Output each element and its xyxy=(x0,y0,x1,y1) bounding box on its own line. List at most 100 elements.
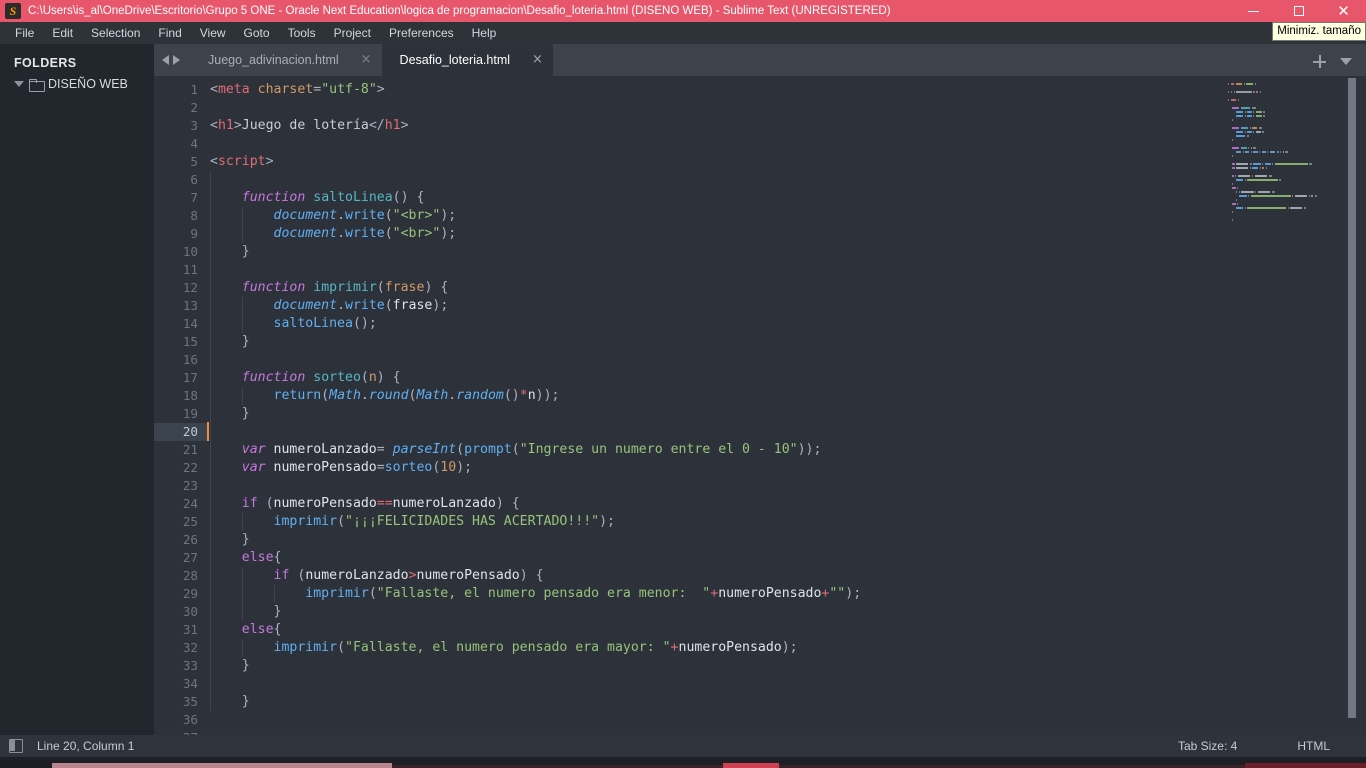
menu-item-tools[interactable]: Tools xyxy=(279,24,325,43)
new-tab-icon[interactable] xyxy=(1313,55,1326,68)
code-text[interactable]: <script> xyxy=(207,153,274,171)
menu-item-selection[interactable]: Selection xyxy=(82,24,149,43)
code-text[interactable]: <h1>Juego de lotería</h1> xyxy=(207,117,409,135)
code-line[interactable]: 22 var numeroPensado=sorteo(10); xyxy=(154,459,1224,477)
code-text[interactable]: function imprimir(frase) { xyxy=(207,279,449,297)
code-line[interactable]: 4 xyxy=(154,135,1224,153)
sidebar-folder-diseno-web[interactable]: DISEÑO WEB xyxy=(0,73,154,95)
code-line[interactable]: 31 else{ xyxy=(154,621,1224,639)
code-line[interactable]: 30 } xyxy=(154,603,1224,621)
code-line[interactable]: 25 imprimir("¡¡¡FELICIDADES HAS ACERTADO… xyxy=(154,513,1224,531)
code-text[interactable]: function sorteo(n) { xyxy=(207,369,401,387)
code-text[interactable]: imprimir("Fallaste, el numero pensado er… xyxy=(207,639,798,657)
code-area[interactable]: 1 <meta charset="utf-8"> 2 3 <h1>Juego de lo… xyxy=(154,76,1224,746)
syntax-label[interactable]: HTML xyxy=(1297,739,1330,753)
menu-item-file[interactable]: File xyxy=(6,24,43,43)
minimap[interactable] xyxy=(1224,76,1340,746)
code-line[interactable]: 26 } xyxy=(154,531,1224,549)
code-text[interactable]: } xyxy=(207,603,282,621)
folder-icon xyxy=(29,78,45,92)
code-text[interactable]: } xyxy=(207,243,250,261)
arrow-right-icon[interactable] xyxy=(173,55,180,65)
code-line[interactable]: 19 } xyxy=(154,405,1224,423)
code-line[interactable]: 8 document.write("<br>"); xyxy=(154,207,1224,225)
code-line[interactable]: 33 } xyxy=(154,657,1224,675)
minimize-button[interactable] xyxy=(1231,0,1276,22)
code-line[interactable]: 2 xyxy=(154,99,1224,117)
chevron-down-icon[interactable] xyxy=(1340,58,1352,65)
code-line[interactable]: 29 imprimir("Fallaste, el numero pensado… xyxy=(154,585,1224,603)
menu-item-help[interactable]: Help xyxy=(463,24,506,43)
code-line[interactable]: 10 } xyxy=(154,243,1224,261)
code-line[interactable]: 36 xyxy=(154,711,1224,729)
menu-item-preferences[interactable]: Preferences xyxy=(380,24,463,43)
code-text[interactable]: } xyxy=(207,693,250,711)
code-line[interactable]: 16 xyxy=(154,351,1224,369)
code-text[interactable]: } xyxy=(207,333,250,351)
code-text[interactable]: if (numeroLanzado>numeroPensado) { xyxy=(207,567,544,585)
code-text[interactable]: else{ xyxy=(207,549,282,567)
code-line[interactable]: 11 xyxy=(154,261,1224,279)
sidebar-toggle-icon[interactable] xyxy=(9,739,23,753)
folders-heading: FOLDERS xyxy=(14,56,77,70)
code-text[interactable]: document.write("<br>"); xyxy=(207,207,457,225)
code-text[interactable]: var numeroLanzado= parseInt(prompt("Ingr… xyxy=(207,441,822,459)
code-line[interactable]: 12 function imprimir(frase) { xyxy=(154,279,1224,297)
code-text[interactable]: document.write(frase); xyxy=(207,297,449,315)
code-text[interactable]: } xyxy=(207,657,250,675)
code-line[interactable]: 1 <meta charset="utf-8"> xyxy=(154,81,1224,99)
code-text[interactable]: } xyxy=(207,531,250,549)
code-line[interactable]: 35 } xyxy=(154,693,1224,711)
code-line[interactable]: 32 imprimir("Fallaste, el numero pensado… xyxy=(154,639,1224,657)
vertical-scrollbar[interactable] xyxy=(1340,76,1366,746)
code-text[interactable]: <meta charset="utf-8"> xyxy=(207,81,385,99)
line-number: 9 xyxy=(190,226,198,241)
code-text[interactable]: document.write("<br>"); xyxy=(207,225,457,243)
code-text[interactable]: var numeroPensado=sorteo(10); xyxy=(207,459,472,477)
arrow-left-icon[interactable] xyxy=(162,55,169,65)
code-text[interactable]: else{ xyxy=(207,621,282,639)
code-line[interactable]: 24 if (numeroPensado==numeroLanzado) { xyxy=(154,495,1224,513)
code-line[interactable]: 5 <script> xyxy=(154,153,1224,171)
code-text[interactable]: return(Math.round(Math.random()*n)); xyxy=(207,387,560,405)
tab-size-label[interactable]: Tab Size: 4 xyxy=(1178,739,1237,753)
code-line[interactable]: 15 } xyxy=(154,333,1224,351)
code-line[interactable]: 28 if (numeroLanzado>numeroPensado) { xyxy=(154,567,1224,585)
tab-juego-adivinacion[interactable]: Juego_adivinacion.html × xyxy=(190,44,382,76)
menu-item-find[interactable]: Find xyxy=(149,24,190,43)
chevron-down-icon[interactable] xyxy=(14,81,24,87)
code-line[interactable]: 13 document.write(frase); xyxy=(154,297,1224,315)
menu-item-project[interactable]: Project xyxy=(325,24,380,43)
code-line[interactable]: 27 else{ xyxy=(154,549,1224,567)
code-text[interactable]: saltoLinea(); xyxy=(207,315,377,333)
tab-close-icon[interactable]: × xyxy=(510,53,543,66)
code-line[interactable]: 6 xyxy=(154,171,1224,189)
code-line[interactable]: 18 return(Math.round(Math.random()*n)); xyxy=(154,387,1224,405)
code-line[interactable]: 20 xyxy=(154,422,1224,441)
line-number: 36 xyxy=(182,712,198,727)
tab-desafio-loteria[interactable]: Desafio_loteria.html × xyxy=(381,44,553,76)
line-number: 11 xyxy=(182,262,198,277)
code-line[interactable]: 9 document.write("<br>"); xyxy=(154,225,1224,243)
code-line[interactable]: 7 function saltoLinea() { xyxy=(154,189,1224,207)
code-line[interactable]: 14 saltoLinea(); xyxy=(154,315,1224,333)
close-button[interactable]: ✕ xyxy=(1321,0,1366,22)
code-text[interactable]: if (numeroPensado==numeroLanzado) { xyxy=(207,495,520,513)
menu-item-edit[interactable]: Edit xyxy=(43,24,82,43)
code-line[interactable]: 17 function sorteo(n) { xyxy=(154,369,1224,387)
menu-item-view[interactable]: View xyxy=(191,24,235,43)
scrollbar-thumb[interactable] xyxy=(1348,78,1356,718)
code-text[interactable]: } xyxy=(207,405,250,423)
maximize-button[interactable] xyxy=(1276,0,1321,22)
code-text[interactable]: imprimir("Fallaste, el numero pensado er… xyxy=(207,585,861,603)
editor[interactable]: 1 <meta charset="utf-8"> 2 3 <h1>Juego de lo… xyxy=(154,76,1366,746)
code-line[interactable]: 23 xyxy=(154,477,1224,495)
menu-item-goto[interactable]: Goto xyxy=(235,24,279,43)
code-line[interactable]: 21 var numeroLanzado= parseInt(prompt("I… xyxy=(154,441,1224,459)
code-text[interactable]: imprimir("¡¡¡FELICIDADES HAS ACERTADO!!!… xyxy=(207,513,615,531)
code-line[interactable]: 3 <h1>Juego de lotería</h1> xyxy=(154,117,1224,135)
tab-close-icon[interactable]: × xyxy=(339,53,372,66)
code-line[interactable]: 34 xyxy=(154,675,1224,693)
tab-bar-actions xyxy=(1313,55,1366,76)
code-text[interactable]: function saltoLinea() { xyxy=(207,189,425,207)
